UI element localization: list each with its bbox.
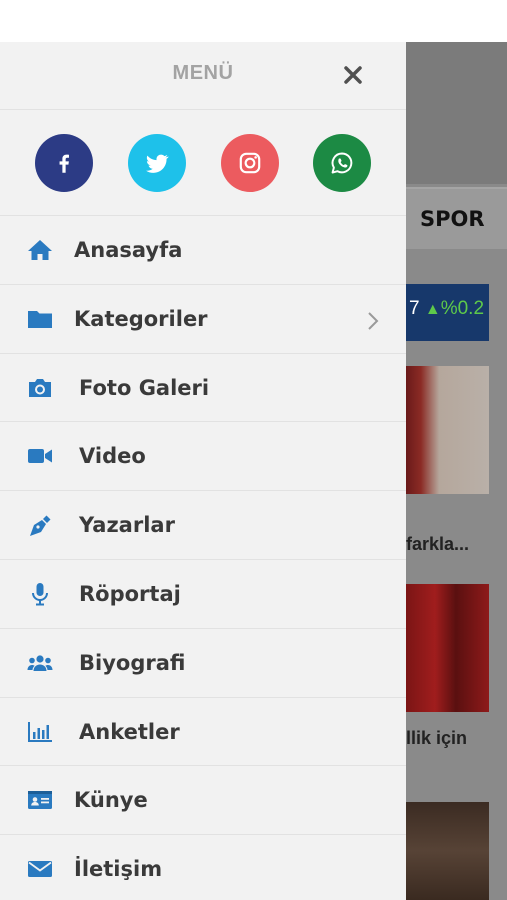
- ticker-value: 7: [409, 298, 420, 319]
- instagram-icon: [239, 152, 261, 174]
- users-icon: [27, 651, 53, 675]
- background-category-nav[interactable]: SPOR: [406, 187, 507, 249]
- facebook-icon: [59, 154, 69, 173]
- bar-chart-icon: [27, 720, 53, 744]
- news-image[interactable]: [406, 366, 489, 494]
- camera-icon: [27, 376, 53, 400]
- ticker-change: %0.2: [440, 298, 485, 319]
- background-page: SPOR 7 ▲%0.2 farkla... llik için: [406, 42, 507, 900]
- menu-item-foto-galeri[interactable]: Foto Galeri: [0, 354, 406, 423]
- menu-item-label: Biyografi: [79, 650, 186, 675]
- home-icon: [27, 238, 53, 262]
- menu-item-anketler[interactable]: Anketler: [0, 698, 406, 767]
- whatsapp-button[interactable]: [313, 134, 371, 192]
- menu-item-iletisim[interactable]: İletişim: [0, 835, 406, 900]
- menu-item-video[interactable]: Video: [0, 422, 406, 492]
- news-headline[interactable]: farkla...: [406, 534, 469, 555]
- whatsapp-icon: [331, 152, 353, 174]
- menu-item-label: Anasayfa: [74, 238, 183, 262]
- menu-item-kunye[interactable]: Künye: [0, 766, 406, 836]
- market-ticker: 7 ▲%0.2: [406, 284, 489, 341]
- trend-up-icon: ▲: [424, 301, 441, 318]
- menu-item-anasayfa[interactable]: Anasayfa: [0, 216, 406, 285]
- instagram-button[interactable]: [221, 134, 279, 192]
- microphone-icon: [27, 582, 53, 606]
- drawer-header: MENÜ: [0, 42, 406, 110]
- menu-item-label: Künye: [74, 788, 148, 813]
- menu-item-yazarlar[interactable]: Yazarlar: [0, 491, 406, 560]
- id-card-icon: [27, 788, 53, 812]
- menu-item-roportaj[interactable]: Röportaj: [0, 560, 406, 629]
- facebook-button[interactable]: [35, 134, 93, 192]
- menu-list: Anasayfa Kategoriler Foto Galeri Video Y…: [0, 216, 406, 900]
- folder-icon: [27, 307, 53, 331]
- menu-item-label: İletişim: [74, 857, 163, 882]
- menu-item-kategoriler[interactable]: Kategoriler: [0, 285, 406, 354]
- menu-item-label: Video: [79, 444, 146, 469]
- background-header: [406, 42, 507, 184]
- chevron-right-icon: [366, 310, 380, 332]
- twitter-button[interactable]: [128, 134, 186, 192]
- menu-item-label: Yazarlar: [79, 513, 175, 538]
- news-image[interactable]: [406, 584, 489, 712]
- social-links: [0, 110, 406, 216]
- news-image[interactable]: [406, 802, 489, 900]
- menu-item-label: Foto Galeri: [79, 375, 210, 400]
- pen-nib-icon: [27, 513, 53, 537]
- close-button[interactable]: [340, 62, 366, 88]
- news-headline[interactable]: llik için: [406, 728, 467, 749]
- menu-item-label: Kategoriler: [74, 306, 208, 331]
- close-icon: [344, 66, 362, 84]
- status-area: [0, 0, 507, 42]
- menu-item-biyografi[interactable]: Biyografi: [0, 629, 406, 698]
- menu-item-label: Röportaj: [79, 581, 181, 606]
- menu-item-label: Anketler: [79, 719, 180, 744]
- video-camera-icon: [27, 444, 53, 468]
- nav-item-spor[interactable]: SPOR: [420, 207, 485, 231]
- side-menu-drawer: MENÜ Anasayfa Kategoriler Foto Galeri Vi…: [0, 42, 406, 900]
- envelope-icon: [27, 857, 53, 881]
- twitter-icon: [146, 154, 169, 173]
